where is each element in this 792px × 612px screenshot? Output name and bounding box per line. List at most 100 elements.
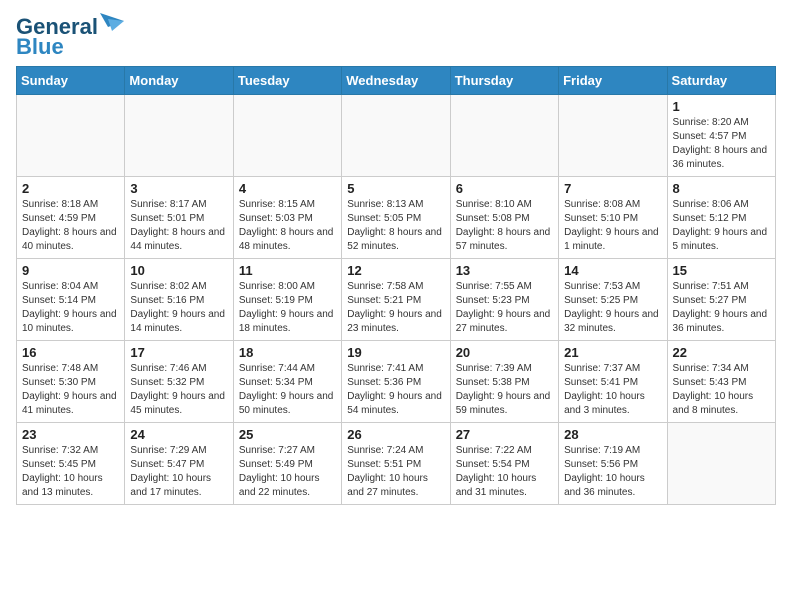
day-info: Sunrise: 7:41 AM Sunset: 5:36 PM Dayligh…: [347, 362, 444, 418]
day-cell: 23 Sunrise: 7:32 AM Sunset: 5:45 PM Dayli…: [17, 423, 125, 505]
week-row-5: 23 Sunrise: 7:32 AM Sunset: 5:45 PM Dayli…: [17, 423, 776, 505]
day-number: 10: [130, 263, 227, 278]
day-cell: 14 Sunrise: 7:53 AM Sunset: 5:25 PM Dayli…: [559, 259, 667, 341]
week-row-2: 2Sunrise: 8:18 AM Sunset: 4:59 PM Daylig…: [17, 177, 776, 259]
day-info: Sunrise: 7:55 AM Sunset: 5:23 PM Dayligh…: [456, 280, 553, 336]
day-info: Sunrise: 7:19 AM Sunset: 5:56 PM Dayligh…: [564, 444, 661, 500]
day-cell: 2Sunrise: 8:18 AM Sunset: 4:59 PM Daylig…: [17, 177, 125, 259]
day-number: 15: [673, 263, 770, 278]
day-cell: 15 Sunrise: 7:51 AM Sunset: 5:27 PM Dayli…: [667, 259, 775, 341]
day-cell: [450, 95, 558, 177]
day-number: 18: [239, 345, 336, 360]
day-info: Sunrise: 8:15 AM Sunset: 5:03 PM Dayligh…: [239, 198, 336, 254]
logo-blue: Blue: [16, 36, 124, 58]
day-number: 5: [347, 181, 444, 196]
day-number: 22: [673, 345, 770, 360]
day-info: Sunrise: 7:32 AM Sunset: 5:45 PM Dayligh…: [22, 444, 119, 500]
day-cell: 28 Sunrise: 7:19 AM Sunset: 5:56 PM Dayli…: [559, 423, 667, 505]
day-number: 8: [673, 181, 770, 196]
logo-bird-icon: [100, 13, 124, 35]
day-number: 19: [347, 345, 444, 360]
col-header-thursday: Thursday: [450, 67, 558, 95]
day-number: 24: [130, 427, 227, 442]
day-cell: 20 Sunrise: 7:39 AM Sunset: 5:38 PM Dayli…: [450, 341, 558, 423]
col-header-tuesday: Tuesday: [233, 67, 341, 95]
day-cell: 6 Sunrise: 8:10 AM Sunset: 5:08 PM Daylig…: [450, 177, 558, 259]
day-cell: 3 Sunrise: 8:17 AM Sunset: 5:01 PM Daylig…: [125, 177, 233, 259]
day-info: Sunrise: 7:34 AM Sunset: 5:43 PM Dayligh…: [673, 362, 770, 418]
day-info: Sunrise: 8:06 AM Sunset: 5:12 PM Dayligh…: [673, 198, 770, 254]
day-info: Sunrise: 8:10 AM Sunset: 5:08 PM Dayligh…: [456, 198, 553, 254]
day-number: 23: [22, 427, 119, 442]
week-row-4: 16 Sunrise: 7:48 AM Sunset: 5:30 PM Dayli…: [17, 341, 776, 423]
day-cell: 10 Sunrise: 8:02 AM Sunset: 5:16 PM Dayli…: [125, 259, 233, 341]
col-header-friday: Friday: [559, 67, 667, 95]
day-cell: 13 Sunrise: 7:55 AM Sunset: 5:23 PM Dayli…: [450, 259, 558, 341]
page-header: General Blue: [16, 16, 776, 58]
day-number: 4: [239, 181, 336, 196]
day-number: 21: [564, 345, 661, 360]
day-info: Sunrise: 7:51 AM Sunset: 5:27 PM Dayligh…: [673, 280, 770, 336]
day-cell: [559, 95, 667, 177]
day-number: 14: [564, 263, 661, 278]
day-cell: 27Sunrise: 7:22 AM Sunset: 5:54 PM Dayli…: [450, 423, 558, 505]
day-number: 16: [22, 345, 119, 360]
day-info: Sunrise: 7:53 AM Sunset: 5:25 PM Dayligh…: [564, 280, 661, 336]
day-cell: 7 Sunrise: 8:08 AM Sunset: 5:10 PM Daylig…: [559, 177, 667, 259]
week-row-3: 9 Sunrise: 8:04 AM Sunset: 5:14 PM Daylig…: [17, 259, 776, 341]
header-row: SundayMondayTuesdayWednesdayThursdayFrid…: [17, 67, 776, 95]
day-number: 11: [239, 263, 336, 278]
day-info: Sunrise: 8:17 AM Sunset: 5:01 PM Dayligh…: [130, 198, 227, 254]
day-info: Sunrise: 7:39 AM Sunset: 5:38 PM Dayligh…: [456, 362, 553, 418]
day-info: Sunrise: 7:46 AM Sunset: 5:32 PM Dayligh…: [130, 362, 227, 418]
day-cell: 17 Sunrise: 7:46 AM Sunset: 5:32 PM Dayli…: [125, 341, 233, 423]
day-cell: 22 Sunrise: 7:34 AM Sunset: 5:43 PM Dayli…: [667, 341, 775, 423]
day-info: Sunrise: 8:04 AM Sunset: 5:14 PM Dayligh…: [22, 280, 119, 336]
day-info: Sunrise: 7:22 AM Sunset: 5:54 PM Dayligh…: [456, 444, 553, 500]
col-header-sunday: Sunday: [17, 67, 125, 95]
day-number: 17: [130, 345, 227, 360]
day-cell: 18Sunrise: 7:44 AM Sunset: 5:34 PM Dayli…: [233, 341, 341, 423]
day-info: Sunrise: 8:20 AM Sunset: 4:57 PM Dayligh…: [673, 116, 770, 172]
day-number: 28: [564, 427, 661, 442]
day-cell: 26 Sunrise: 7:24 AM Sunset: 5:51 PM Dayli…: [342, 423, 450, 505]
day-info: Sunrise: 7:24 AM Sunset: 5:51 PM Dayligh…: [347, 444, 444, 500]
day-cell: 21Sunrise: 7:37 AM Sunset: 5:41 PM Dayli…: [559, 341, 667, 423]
day-number: 3: [130, 181, 227, 196]
col-header-wednesday: Wednesday: [342, 67, 450, 95]
day-number: 20: [456, 345, 553, 360]
day-cell: 19 Sunrise: 7:41 AM Sunset: 5:36 PM Dayli…: [342, 341, 450, 423]
day-info: Sunrise: 8:08 AM Sunset: 5:10 PM Dayligh…: [564, 198, 661, 254]
col-header-saturday: Saturday: [667, 67, 775, 95]
calendar-table: SundayMondayTuesdayWednesdayThursdayFrid…: [16, 66, 776, 505]
day-number: 7: [564, 181, 661, 196]
day-number: 9: [22, 263, 119, 278]
day-cell: 12 Sunrise: 7:58 AM Sunset: 5:21 PM Dayli…: [342, 259, 450, 341]
day-cell: 8 Sunrise: 8:06 AM Sunset: 5:12 PM Daylig…: [667, 177, 775, 259]
day-cell: 24 Sunrise: 7:29 AM Sunset: 5:47 PM Dayli…: [125, 423, 233, 505]
day-cell: [233, 95, 341, 177]
week-row-1: 1 Sunrise: 8:20 AM Sunset: 4:57 PM Daylig…: [17, 95, 776, 177]
day-info: Sunrise: 7:58 AM Sunset: 5:21 PM Dayligh…: [347, 280, 444, 336]
day-info: Sunrise: 8:13 AM Sunset: 5:05 PM Dayligh…: [347, 198, 444, 254]
day-cell: 5 Sunrise: 8:13 AM Sunset: 5:05 PM Daylig…: [342, 177, 450, 259]
day-number: 26: [347, 427, 444, 442]
day-cell: 25 Sunrise: 7:27 AM Sunset: 5:49 PM Dayli…: [233, 423, 341, 505]
day-info: Sunrise: 7:29 AM Sunset: 5:47 PM Dayligh…: [130, 444, 227, 500]
day-number: 1: [673, 99, 770, 114]
day-info: Sunrise: 7:27 AM Sunset: 5:49 PM Dayligh…: [239, 444, 336, 500]
day-cell: [125, 95, 233, 177]
day-info: Sunrise: 8:02 AM Sunset: 5:16 PM Dayligh…: [130, 280, 227, 336]
day-cell: [17, 95, 125, 177]
day-number: 6: [456, 181, 553, 196]
day-number: 25: [239, 427, 336, 442]
logo: General Blue: [16, 16, 124, 58]
day-cell: [667, 423, 775, 505]
day-cell: 4 Sunrise: 8:15 AM Sunset: 5:03 PM Daylig…: [233, 177, 341, 259]
day-cell: 16 Sunrise: 7:48 AM Sunset: 5:30 PM Dayli…: [17, 341, 125, 423]
day-info: Sunrise: 7:48 AM Sunset: 5:30 PM Dayligh…: [22, 362, 119, 418]
day-number: 13: [456, 263, 553, 278]
day-cell: 11 Sunrise: 8:00 AM Sunset: 5:19 PM Dayli…: [233, 259, 341, 341]
day-info: Sunrise: 8:00 AM Sunset: 5:19 PM Dayligh…: [239, 280, 336, 336]
day-number: 12: [347, 263, 444, 278]
